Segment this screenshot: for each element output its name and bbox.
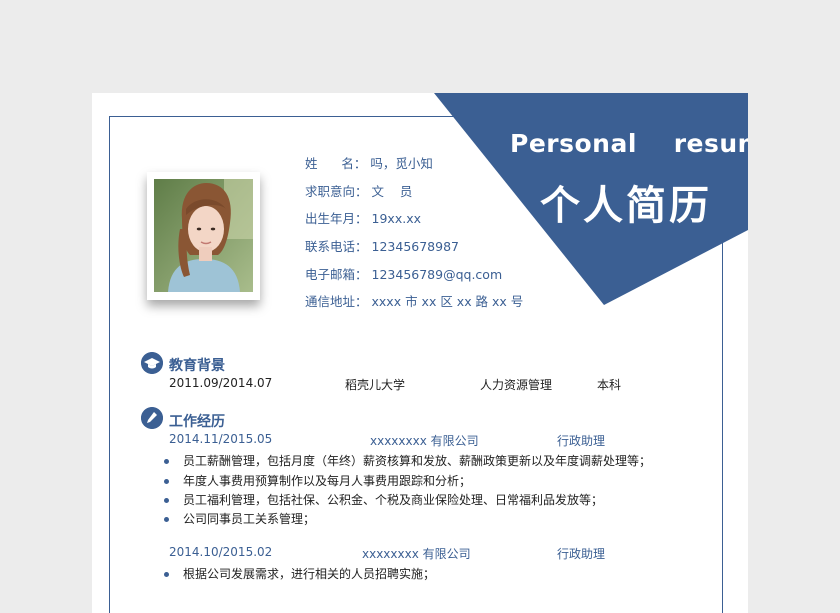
profile-photo — [154, 179, 253, 292]
info-objective: 求职意向：文 员 — [305, 181, 412, 200]
job-1-duty-text: 公司同事员工关系管理； — [183, 512, 316, 526]
info-address-label: 通信地址： — [305, 294, 368, 309]
info-email-label: 电子邮箱： — [305, 267, 368, 282]
info-name: 姓 名： 吗，觅小知 — [305, 153, 433, 172]
info-birth: 出生年月： 19xx.xx — [305, 208, 421, 227]
job-1-period: 2014.11/2015.05 — [169, 432, 273, 446]
info-name-value: 吗，觅小知 — [370, 156, 433, 171]
bullet-dot — [164, 517, 169, 522]
bullet-dot — [164, 479, 169, 484]
info-phone: 联系电话： 12345678987 — [305, 236, 459, 255]
job-1-position: 行政助理 — [557, 434, 606, 448]
job-1-duty-text: 员工薪酬管理，包括月度（年终）薪资核算和发放、薪酬政策更新以及年度调薪处理等； — [183, 454, 652, 468]
education-section-title: 教育背景 — [169, 358, 225, 374]
job-1-duty: 员工薪酬管理，包括月度（年终）薪资核算和发放、薪酬政策更新以及年度调薪处理等； — [164, 452, 651, 469]
info-objective-value: 文 员 — [371, 184, 413, 199]
info-phone-label: 联系电话： — [305, 239, 368, 254]
job-2-period: 2014.10/2015.02 — [169, 545, 273, 559]
education-period: 2011.09/2014.07 — [169, 376, 273, 390]
job-1-duty: 员工福利管理，包括社保、公积金、个税及商业保险处理、日常福利品发放等； — [164, 491, 603, 508]
info-name-label: 姓 名： — [305, 156, 367, 171]
info-birth-label: 出生年月： — [305, 211, 368, 226]
profile-photo-frame — [147, 172, 260, 300]
job-1-duty-text: 员工福利管理，包括社保、公积金、个税及商业保险处理、日常福利品发放等； — [183, 493, 604, 507]
info-objective-label: 求职意向： — [305, 184, 368, 199]
job-2-duty-text: 根据公司发展需求，进行相关的人员招聘实施； — [183, 567, 436, 581]
education-major: 人力资源管理 — [480, 378, 553, 392]
bullet-dot — [164, 572, 169, 577]
bullet-dot — [164, 498, 169, 503]
info-address: 通信地址： xxxx 市 xx 区 xx 路 xx 号 — [305, 291, 523, 310]
bullet-dot — [164, 459, 169, 464]
job-1-duty: 年度人事费用预算制作以及每月人事费用跟踪和分析； — [164, 472, 471, 489]
job-2-position: 行政助理 — [557, 547, 606, 561]
job-2-company: xxxxxxxx 有限公司 — [362, 547, 471, 561]
info-email: 电子邮箱： 123456789@qq.com — [305, 264, 502, 283]
graduation-cap-icon — [141, 352, 163, 374]
title-english: Personal resume — [510, 129, 748, 158]
resume-page: Personal resume 个人简历 姓 名：吗，觅 — [92, 93, 748, 613]
info-email-value: 123456789@qq.com — [371, 267, 503, 282]
job-1-company: xxxxxxxx 有限公司 — [370, 434, 479, 448]
info-birth-value: 19xx.xx — [371, 211, 421, 226]
title-chinese: 个人简历 — [540, 183, 712, 229]
job-1-duty-text: 年度人事费用预算制作以及每月人事费用跟踪和分析； — [183, 474, 472, 488]
work-section-title: 工作经历 — [169, 414, 225, 430]
education-school: 稻壳儿大学 — [345, 378, 406, 392]
info-address-value: xxxx 市 xx 区 xx 路 xx 号 — [371, 294, 524, 309]
pen-icon — [141, 407, 163, 429]
job-1-duty: 公司同事员工关系管理； — [164, 510, 315, 527]
info-phone-value: 12345678987 — [371, 239, 459, 254]
education-degree: 本科 — [597, 378, 622, 392]
